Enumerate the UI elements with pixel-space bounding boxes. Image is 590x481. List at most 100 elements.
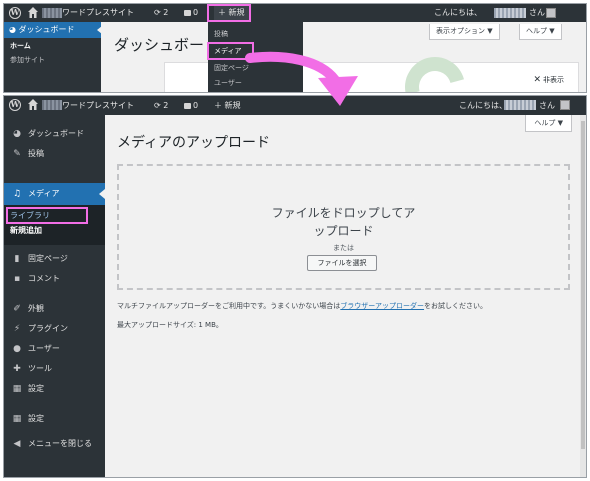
new-label: 新規	[224, 101, 241, 110]
pin-icon: ✎	[13, 149, 21, 159]
sidebar-item-tools[interactable]: ✚ ツール	[4, 358, 105, 380]
home-icon	[28, 99, 38, 110]
new-menu-button[interactable]: ＋ 新規	[214, 96, 241, 114]
sidebar-item-settings-2[interactable]: ▦ 設定	[4, 408, 105, 430]
comment-bubble-icon	[184, 103, 191, 109]
user-icon: ●	[13, 344, 21, 354]
comments-counter[interactable]: 0	[184, 96, 198, 114]
settings-icon: ▦	[12, 414, 22, 424]
site-name-link[interactable]: ワードプレスサイト	[62, 4, 134, 22]
menu-item-user[interactable]: ユーザー	[214, 78, 242, 88]
comments-counter[interactable]: 0	[184, 4, 198, 22]
sidebar: ◕ ダッシュボード ホーム 参加サイト	[4, 22, 102, 92]
submenu-item-add-new[interactable]: 新規追加	[10, 225, 42, 236]
sidebar-item-dashboard[interactable]: ◕ ダッシュボード	[4, 123, 105, 145]
censored-greeting-name	[494, 8, 526, 18]
screenshot-frame: W ワードプレスサイト ⟳ 2 0 ＋ 新規 こんにちは、 さん ◕ ダッシュボ…	[0, 0, 590, 481]
censored-greeting-name	[504, 100, 536, 110]
collapse-menu-button[interactable]: ◀ メニューを閉じる	[4, 433, 105, 455]
sidebar-item-label: メディア	[28, 189, 60, 198]
sidebar-item-home[interactable]: ホーム	[10, 41, 31, 51]
greeting-suffix: さん	[529, 8, 545, 17]
sidebar-item-label: ダッシュボード	[28, 129, 84, 138]
comments-count: 0	[193, 101, 199, 110]
sidebar-item-plugins[interactable]: ⚡ プラグイン	[4, 318, 105, 340]
sidebar-item-label: 設定	[28, 384, 44, 393]
sidebar-item-label: 投稿	[28, 149, 44, 158]
brush-icon: ✐	[13, 304, 21, 314]
page-icon: ▮	[14, 254, 20, 264]
sidebar-item-joined-sites[interactable]: 参加サイト	[10, 55, 45, 65]
wordpress-logo-icon[interactable]: W	[9, 7, 21, 19]
page-title: ダッシュボード	[114, 36, 220, 54]
sidebar-item-dashboard[interactable]: ◕ ダッシュボード	[4, 22, 102, 38]
sidebar-item-pages[interactable]: ▮ 固定ページ	[4, 248, 105, 270]
home-icon	[28, 7, 38, 18]
notice-text: マルチファイルアップローダーをご利用中です。うまくいかない場合は	[117, 302, 341, 310]
sidebar-item-users[interactable]: ● ユーザー	[4, 338, 105, 360]
settings-icon: ▦	[12, 384, 22, 394]
welcome-graphic	[394, 46, 476, 92]
dropzone-line-2: ップロード	[313, 224, 374, 238]
sidebar-item-label: ダッシュボード	[18, 25, 75, 34]
sidebar-item-label: メニューを閉じる	[28, 439, 92, 448]
plus-icon: ＋	[214, 101, 222, 110]
uploader-notice: マルチファイルアップローダーをご利用中です。うまくいかない場合はブラウザーアップ…	[117, 301, 487, 311]
help-button[interactable]: ヘルプ ▼	[519, 24, 562, 40]
dropzone-line-1: ファイルをドロップしてア	[271, 206, 416, 220]
greeting-suffix: さん	[539, 101, 555, 110]
comments-count: 0	[193, 8, 199, 17]
sidebar-item-label: ユーザー	[28, 344, 60, 353]
notice-text-end: をお試しください。	[424, 302, 488, 310]
greeting-text: こんにちは、	[459, 101, 507, 110]
updates-counter[interactable]: ⟳ 2	[154, 96, 168, 114]
updates-count: 2	[163, 8, 169, 17]
updates-counter[interactable]: ⟳ 2	[154, 4, 168, 22]
sidebar-item-label: 設定	[28, 414, 44, 423]
help-button[interactable]: ヘルプ ▼	[525, 115, 572, 132]
admin-bar: W ワードプレスサイト ⟳ 2 0 ＋ 新規 こんにちは、 さん	[4, 4, 586, 22]
updates-icon: ⟳	[154, 8, 161, 17]
scrollbar[interactable]	[580, 115, 586, 477]
screen-options-button[interactable]: 表示オプション ▼	[429, 24, 500, 40]
updates-icon: ⟳	[154, 101, 161, 110]
comment-icon: ▪	[13, 274, 21, 284]
callout-arrow-icon	[245, 51, 358, 106]
upload-dropzone[interactable]: ファイルをドロップしてア ップロード または ファイルを選択	[117, 164, 570, 290]
gauge-icon: ◕	[9, 25, 16, 34]
wordpress-logo-icon[interactable]: W	[9, 99, 21, 111]
page-title: メディアのアップロード	[117, 135, 271, 151]
plugin-icon: ⚡	[13, 324, 21, 334]
highlight-add-new	[6, 207, 88, 224]
collapse-icon: ◀	[13, 439, 21, 449]
avatar[interactable]	[546, 8, 556, 18]
avatar[interactable]	[560, 100, 570, 110]
sidebar-item-settings[interactable]: ▦ 設定	[4, 378, 105, 400]
close-icon: ✕	[533, 75, 541, 85]
highlight-new-button	[207, 4, 251, 22]
dropzone-instruction: ファイルをドロップしてア ップロード	[119, 204, 568, 240]
max-upload-size: 最大アップロードサイズ: 1 MB。	[117, 321, 223, 329]
site-name-link[interactable]: ワードプレスサイト	[62, 96, 134, 114]
sidebar-item-media[interactable]: ♫ メディア	[4, 183, 105, 205]
scrollbar-thumb[interactable]	[581, 121, 585, 449]
sidebar-item-label: 固定ページ	[28, 254, 68, 263]
censored-username	[42, 100, 62, 110]
browser-uploader-link[interactable]: ブラウザーアップローダー	[340, 302, 424, 310]
menu-item-post[interactable]: 投稿	[214, 29, 228, 39]
current-arrow	[97, 26, 102, 34]
sidebar: ◕ ダッシュボード ✎ 投稿 ♫ メディア ライブラリ 新規追加 ▮ 固定ページ ▪ コメ…	[4, 115, 105, 477]
sidebar-item-appearance[interactable]: ✐ 外観	[4, 298, 105, 320]
sidebar-item-posts[interactable]: ✎ 投稿	[4, 143, 105, 165]
select-files-button[interactable]: ファイルを選択	[307, 255, 377, 271]
updates-count: 2	[163, 101, 169, 110]
dismiss-link[interactable]: ✕ 非表示	[533, 75, 564, 85]
sidebar-item-label: プラグイン	[28, 324, 68, 333]
sidebar-item-comments[interactable]: ▪ コメント	[4, 268, 105, 290]
sidebar-item-label: ツール	[28, 364, 52, 373]
comment-bubble-icon	[184, 10, 191, 16]
media-icon: ♫	[12, 189, 22, 199]
censored-username	[42, 8, 62, 18]
wrench-icon: ✚	[13, 364, 21, 374]
dropzone-or: または	[333, 244, 354, 252]
